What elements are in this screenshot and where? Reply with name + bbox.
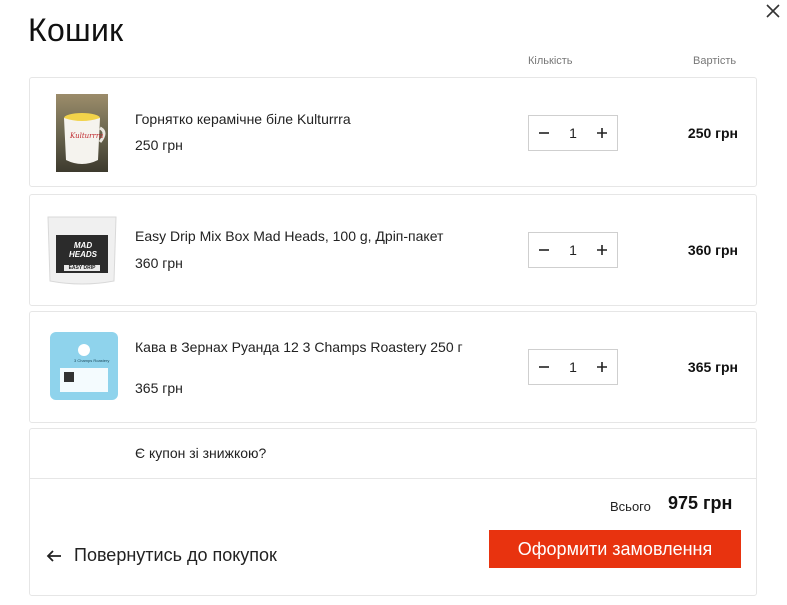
quantity-stepper: 1: [528, 232, 618, 268]
total-value: 975 грн: [668, 493, 733, 513]
divider: [30, 478, 756, 479]
column-header-cost: Вартість: [693, 55, 737, 67]
increase-button[interactable]: [587, 350, 617, 384]
decrease-button[interactable]: [529, 233, 559, 267]
product-image-mug[interactable]: Kulturrra: [56, 94, 108, 172]
decrease-button[interactable]: [529, 116, 559, 150]
product-image-coffee-bag[interactable]: 3 Champs Roastery: [48, 330, 120, 402]
total-label: Всього: [610, 499, 651, 514]
back-to-shopping-link[interactable]: Повернутись до покупок: [46, 545, 277, 566]
quantity-value[interactable]: 1: [559, 242, 587, 258]
quantity-value[interactable]: 1: [559, 359, 587, 375]
cart-item: 3 Champs Roastery Кава в Зернах Руанда 1…: [29, 311, 757, 423]
increase-button[interactable]: [587, 116, 617, 150]
quantity-value[interactable]: 1: [559, 125, 587, 141]
line-total: 250 грн: [687, 125, 738, 141]
quantity-stepper: 1: [528, 115, 618, 151]
product-name[interactable]: Easy Drip Mix Box Mad Heads, 100 g, Дріп…: [135, 228, 475, 244]
close-button[interactable]: [762, 0, 784, 22]
line-total: 365 грн: [687, 359, 738, 375]
decrease-button[interactable]: [529, 350, 559, 384]
thumb-sub-text: EASY DRIP: [68, 265, 96, 271]
minus-icon: [539, 249, 549, 251]
cart-item: Kulturrra Горнятко керамічне біле Kultur…: [29, 77, 757, 187]
cart-summary: Є купон зі знижкою? Всього 975 грн Повер…: [29, 428, 757, 596]
thumb-brand-text: MAD HEADS: [68, 241, 97, 259]
line-total: 360 грн: [687, 242, 738, 258]
minus-icon: [539, 132, 549, 134]
thumb-brand-text: Kulturrra: [70, 132, 104, 140]
product-name[interactable]: Кава в Зернах Руанда 12 3 Champs Roaster…: [135, 339, 475, 355]
page-title: Кошик: [28, 12, 124, 48]
increase-button[interactable]: [587, 233, 617, 267]
cart-item: MAD HEADS EASY DRIP Easy Drip Mix Box Ma…: [29, 194, 757, 306]
column-header-quantity: Кількість: [528, 55, 573, 67]
plus-icon: [597, 245, 607, 255]
minus-icon: [539, 366, 549, 368]
product-name[interactable]: Горнятко керамічне біле Kulturrra: [135, 111, 475, 127]
plus-icon: [597, 128, 607, 138]
quantity-stepper: 1: [528, 349, 618, 385]
product-price: 360 грн: [135, 255, 183, 271]
product-price: 365 грн: [135, 380, 183, 396]
product-image-drip-box[interactable]: MAD HEADS EASY DRIP: [44, 213, 120, 287]
thumb-brand-text: 3 Champs Roastery: [74, 358, 110, 363]
back-label: Повернутись до покупок: [74, 545, 277, 565]
close-icon: [766, 4, 780, 18]
plus-icon: [597, 362, 607, 372]
coupon-link[interactable]: Є купон зі знижкою?: [135, 445, 266, 461]
arrow-left-icon: [46, 549, 61, 562]
checkout-button[interactable]: Оформити замовлення: [489, 530, 741, 568]
product-price: 250 грн: [135, 137, 183, 153]
